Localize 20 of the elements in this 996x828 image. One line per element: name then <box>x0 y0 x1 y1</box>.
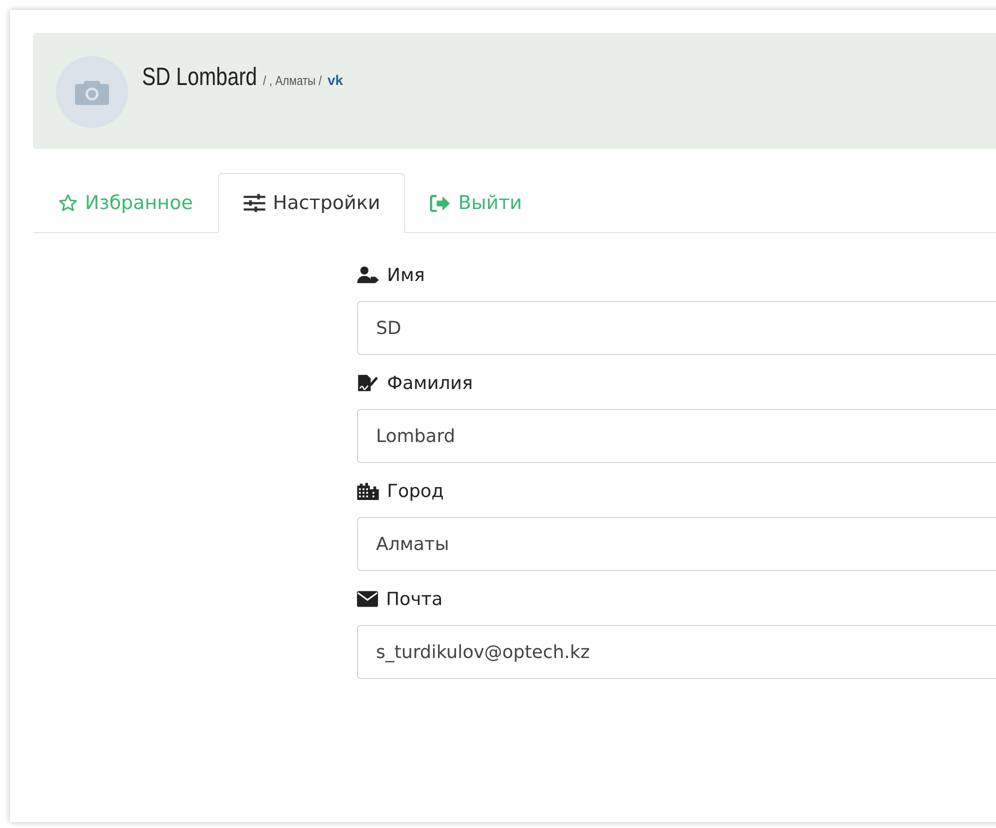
signature-icon <box>357 374 379 392</box>
social-link[interactable]: vk <box>327 72 344 88</box>
input-field[interactable]: Алматы <box>357 517 996 571</box>
star-icon <box>58 193 78 213</box>
profile-name: SD Lombard <box>142 63 258 92</box>
field-label: Фамилия <box>387 372 473 394</box>
sign-out-icon <box>430 194 452 212</box>
profile-location: / , Алматы / <box>263 73 322 88</box>
city-icon <box>357 482 379 500</box>
field-label: Город <box>387 480 444 502</box>
sliders-icon <box>242 194 266 212</box>
input-field[interactable]: s_turdikulov@optech.kz <box>357 625 996 679</box>
input-field[interactable]: Lombard <box>357 409 996 463</box>
field-label: Имя <box>387 264 425 286</box>
tab[interactable]: Настройки <box>218 173 406 233</box>
user-tag-icon <box>357 266 379 284</box>
envelope-icon <box>357 591 378 607</box>
input-field[interactable]: SD <box>357 301 996 355</box>
field-label: Почта <box>386 588 443 610</box>
camera-icon <box>74 78 110 106</box>
